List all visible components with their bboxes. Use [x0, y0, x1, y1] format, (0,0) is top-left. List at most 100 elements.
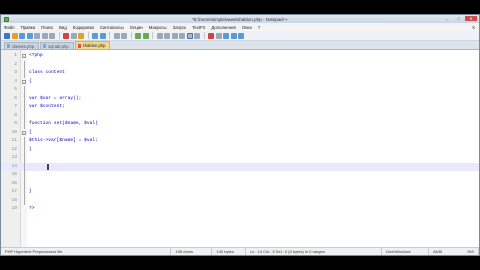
code-line[interactable]: 9 function set($name, $val)	[1, 120, 479, 129]
user-language-icon[interactable]	[194, 32, 200, 39]
save-macro-icon[interactable]	[238, 32, 244, 39]
toolbar	[1, 31, 479, 41]
code-editor[interactable]: 1− <?php 2 3 class content 4−{5 6 var $var = ar…	[1, 50, 479, 247]
fold-guide	[23, 154, 25, 163]
redo-icon[interactable]	[99, 32, 106, 39]
fold-toggle-icon[interactable]: −	[22, 54, 26, 58]
code-line[interactable]: 5	[1, 86, 479, 95]
word-wrap-icon[interactable]	[171, 32, 178, 39]
toolbar-separator	[109, 32, 110, 39]
code-line[interactable]: 6 var $var = array();	[1, 94, 479, 103]
sync-vertical-icon[interactable]	[156, 32, 163, 39]
code-line[interactable]: 2	[1, 60, 479, 69]
line-number: 3	[14, 70, 17, 75]
show-all-chars-icon[interactable]	[179, 32, 185, 39]
toolbar-separator	[58, 32, 60, 39]
code-line[interactable]: 15	[1, 171, 479, 180]
code-line[interactable]: 16	[1, 179, 479, 188]
new-file-icon[interactable]	[4, 32, 10, 39]
status-encoding: ANSI	[433, 249, 443, 254]
menu-syntax[interactable]: Синтаксисы	[100, 25, 124, 30]
close-all-icon[interactable]	[41, 32, 48, 39]
menu-view[interactable]: Вид	[59, 25, 67, 30]
zoom-in-icon[interactable]	[135, 32, 141, 39]
code-text: }	[29, 189, 32, 194]
code-line[interactable]: 4−{	[1, 78, 479, 87]
status-bytes: 140 bytes	[212, 248, 246, 255]
menu-run[interactable]: Запуск	[173, 25, 186, 30]
indent-guide-icon[interactable]	[186, 32, 193, 39]
close-file-icon[interactable]	[34, 32, 40, 39]
code-text: }	[29, 146, 32, 152]
tab-shablon[interactable]: shablon.php	[74, 41, 111, 49]
menu-file[interactable]: Файл	[4, 25, 15, 30]
fold-guide	[23, 145, 25, 154]
code-line[interactable]: 7 var $content;	[1, 103, 479, 112]
menu-search[interactable]: Поиск	[41, 25, 53, 30]
menu-textfx[interactable]: TextFX	[192, 25, 205, 30]
tab-sql-tab[interactable]: sql.tab.php	[40, 42, 74, 49]
code-line[interactable]: 19 ?>	[1, 205, 479, 214]
cut-icon[interactable]	[63, 32, 69, 39]
line-number: 14	[11, 163, 17, 169]
replace-icon[interactable]	[121, 32, 127, 39]
save-icon[interactable]	[19, 32, 25, 39]
fold-guide	[23, 137, 25, 146]
undo-icon[interactable]	[92, 32, 98, 39]
play-macro-icon[interactable]	[223, 32, 229, 39]
menu-edit[interactable]: Правка	[21, 25, 36, 30]
fold-toggle-icon[interactable]: −	[22, 79, 26, 84]
line-number: 9	[14, 121, 17, 126]
paste-icon[interactable]	[78, 32, 84, 39]
line-number: 13	[11, 155, 17, 160]
current-code-line[interactable]: 14	[1, 162, 479, 171]
fold-guide	[23, 69, 25, 78]
code-line[interactable]: 12}	[1, 145, 479, 154]
code-text: <?php	[29, 53, 43, 58]
print-icon[interactable]	[49, 32, 55, 39]
maximize-icon[interactable]: □	[454, 16, 463, 21]
code-line[interactable]: 3 class content	[1, 69, 479, 78]
copy-icon[interactable]	[70, 32, 77, 39]
open-file-icon[interactable]	[11, 32, 18, 39]
code-line[interactable]: 10−{	[1, 129, 479, 138]
record-macro-icon[interactable]	[208, 32, 214, 39]
code-line[interactable]: 13	[1, 154, 479, 163]
minimize-icon[interactable]: –	[443, 16, 452, 21]
menu-encoding[interactable]: Кодировки	[73, 25, 94, 30]
code-line[interactable]: 18	[1, 196, 479, 205]
sync-horizontal-icon[interactable]	[164, 32, 170, 39]
find-icon[interactable]	[113, 32, 120, 39]
file-saved-icon	[43, 44, 47, 48]
tab-classes[interactable]: classes.php	[4, 42, 40, 49]
line-number: 4	[14, 78, 17, 84]
menu-windows[interactable]: Окна	[242, 25, 252, 30]
notepadpp-window: *E:\home\simple\www\shablon.php - Notepa…	[0, 14, 480, 256]
menu-options[interactable]: Опции	[130, 25, 143, 30]
close-icon[interactable]: ✕	[465, 16, 477, 21]
zoom-out-icon[interactable]	[142, 32, 149, 39]
status-length: 198 chars	[171, 248, 213, 255]
menu-macros[interactable]: Макросы	[149, 25, 167, 30]
status-eol: Dos\Windows	[382, 248, 430, 255]
line-number: 16	[11, 180, 17, 186]
code-text: ?>	[29, 206, 35, 211]
code-text: var $var = array();	[29, 95, 82, 101]
fold-guide	[23, 196, 25, 205]
run-macro-multiple-icon[interactable]	[230, 32, 237, 39]
line-number: 10	[11, 129, 17, 135]
menu-plugins[interactable]: Дополнения	[211, 25, 235, 30]
status-bar: PHP Hypertext Preprocessor file 198 char…	[1, 247, 479, 255]
stop-macro-icon[interactable]	[215, 32, 222, 39]
fold-toggle-icon[interactable]: −	[22, 130, 26, 135]
code-line[interactable]: 11 $this->var[$name] = $val;	[1, 137, 479, 146]
code-line[interactable]: 1 − <?php	[1, 52, 479, 61]
menu-close-icon[interactable]: X	[472, 25, 475, 30]
fold-guide	[23, 179, 25, 188]
fold-guide	[23, 111, 25, 120]
menu-help[interactable]: ?	[258, 25, 260, 30]
code-line[interactable]: 8	[1, 111, 479, 120]
save-all-icon[interactable]	[26, 32, 33, 39]
status-language: PHP Hypertext Preprocessor file	[1, 248, 172, 255]
code-line[interactable]: 17}	[1, 188, 479, 197]
